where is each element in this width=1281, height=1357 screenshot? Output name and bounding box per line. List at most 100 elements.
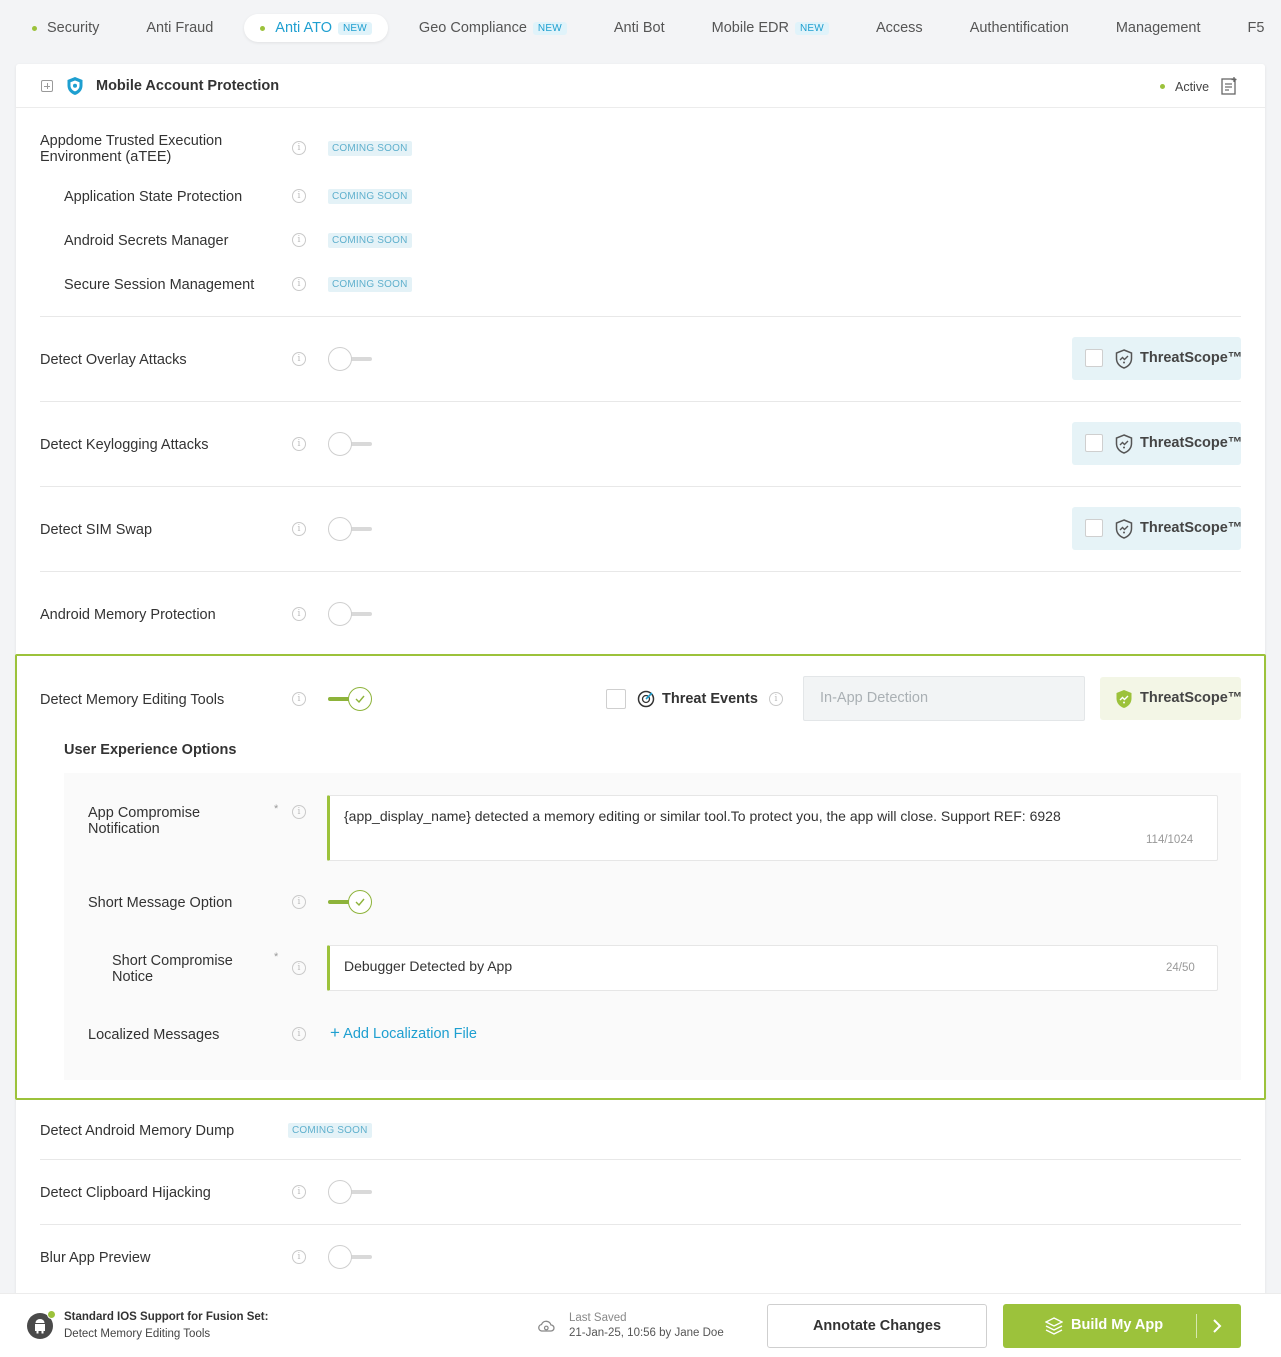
tab-label: Geo Compliance [418, 20, 527, 36]
notes-icon[interactable] [1221, 77, 1237, 95]
in-app-detection-field[interactable]: In-App Detection [803, 676, 1085, 721]
detect-memory-dump-label: Detect Android Memory Dump [40, 1123, 235, 1139]
overlay-toggle[interactable] [328, 347, 374, 371]
tab-anti-fraud[interactable]: Anti Fraud [130, 14, 229, 42]
tab-label: Access [875, 20, 923, 36]
build-my-app-button[interactable]: Build My App [1003, 1304, 1241, 1348]
fusion-set-title: Standard IOS Support for Fusion Set: [64, 1311, 269, 1323]
keylogging-threatscope-checkbox[interactable] [1085, 434, 1103, 452]
simswap-toggle[interactable] [328, 517, 374, 541]
threatscope-shield-icon [1116, 690, 1132, 708]
secure-session-info-icon[interactable]: i [292, 277, 306, 291]
tab-label: Authentification [969, 20, 1069, 36]
last-saved-value: 21-Jan-25, 10:56 by Jane Doe [569, 1327, 724, 1339]
short-compromise-notice-label: Short Compromise Notice [112, 953, 233, 985]
divider [40, 401, 1241, 402]
tab-access[interactable]: Access [860, 14, 939, 42]
add-localization-label: Add Localization File [343, 1026, 477, 1042]
tab-management[interactable]: Management [1100, 14, 1217, 42]
tab-anti-ato[interactable]: Anti ATO NEW [244, 14, 388, 42]
chevron-right-icon[interactable] [1212, 1319, 1222, 1333]
memory-editing-toggle[interactable] [328, 687, 374, 711]
atee-label: Appdome Trusted Execution Environment (a… [40, 133, 223, 165]
mobile-account-protection-card: Mobile Account Protection Active Appdome… [15, 64, 1266, 1304]
card-title: Mobile Account Protection [96, 78, 280, 94]
simswap-threatscope-checkbox[interactable] [1085, 519, 1103, 537]
notification-counter: 114/1024 [1146, 834, 1194, 846]
status-text: Active [1175, 80, 1210, 94]
android-icon [27, 1310, 56, 1339]
localized-messages-label: Localized Messages [88, 1027, 220, 1043]
detect-keylogging-label: Detect Keylogging Attacks [40, 437, 209, 453]
memory-editing-info-icon[interactable]: i [292, 692, 306, 706]
blur-info-icon[interactable]: i [292, 1250, 306, 1264]
notification-textarea[interactable]: {app_display_name} detected a memory edi… [327, 795, 1218, 861]
short-notice-input[interactable]: Debugger Detected by App [327, 945, 1218, 991]
tab-label: Anti ATO [275, 20, 332, 36]
radar-icon [637, 690, 655, 708]
detect-overlay-label: Detect Overlay Attacks [40, 352, 187, 368]
tab-label: Mobile EDR [711, 20, 789, 36]
blur-toggle[interactable] [328, 1245, 374, 1269]
threatscope-label: ThreatScope™ [1140, 520, 1243, 536]
tab-geo-compliance[interactable]: Geo Compliance NEW [403, 14, 583, 42]
tab-anti-bot[interactable]: Anti Bot [598, 14, 681, 42]
threatscope-label: ThreatScope™ [1140, 350, 1243, 366]
tab-mobile-edr[interactable]: Mobile EDR NEW [696, 14, 845, 42]
notification-info-icon[interactable]: i [292, 805, 306, 819]
short-message-option-label: Short Message Option [88, 895, 233, 911]
atee-info-icon[interactable]: i [292, 141, 306, 155]
threat-events-info-icon[interactable]: i [769, 692, 783, 706]
application-state-protection-label: Application State Protection [64, 189, 243, 205]
detect-memory-editing-label: Detect Memory Editing Tools [40, 692, 225, 708]
build-icon [1045, 1317, 1063, 1335]
application-state-coming-soon: COMING SOON [328, 189, 412, 204]
annotate-changes-button[interactable]: Annotate Changes [767, 1304, 987, 1348]
keylogging-threatscope: ThreatScope™ [1072, 422, 1243, 465]
keylogging-info-icon[interactable]: i [292, 437, 306, 451]
shield-icon [67, 77, 83, 95]
required-asterisk: * [274, 803, 279, 815]
memory-editing-threatscope: ThreatScope™ [1100, 677, 1243, 720]
tab-authentification[interactable]: Authentification [954, 14, 1085, 42]
localized-info-icon[interactable]: i [292, 1027, 306, 1041]
threat-events-label: Threat Events [662, 691, 758, 707]
status-dot [260, 25, 266, 31]
threatscope-label: ThreatScope™ [1140, 690, 1243, 706]
new-badge: NEW [337, 21, 372, 35]
overlay-info-icon[interactable]: i [292, 352, 306, 366]
status-dot [1160, 84, 1165, 89]
short-message-info-icon[interactable]: i [292, 895, 306, 909]
threatscope-shield-icon [1115, 519, 1133, 539]
build-my-app-label: Build My App [1071, 1317, 1164, 1333]
simswap-info-icon[interactable]: i [292, 522, 306, 536]
memory-protection-info-icon[interactable]: i [292, 607, 306, 621]
memory-protection-toggle[interactable] [328, 602, 374, 626]
tab-f5[interactable]: F5 [1231, 14, 1280, 42]
expand-plus-icon[interactable] [41, 80, 53, 92]
short-message-toggle[interactable] [328, 890, 374, 914]
required-asterisk: * [274, 951, 279, 963]
footer-bar: Standard IOS Support for Fusion Set: Det… [0, 1293, 1281, 1357]
clipboard-info-icon[interactable]: i [292, 1185, 306, 1199]
threatscope-shield-icon [1115, 349, 1133, 369]
application-state-info-icon[interactable]: i [292, 189, 306, 203]
divider [40, 1224, 1241, 1225]
overlay-threatscope-checkbox[interactable] [1085, 349, 1103, 367]
status-dot [32, 25, 37, 31]
keylogging-toggle[interactable] [328, 432, 374, 456]
memory-editing-section: Detect Memory Editing Tools i Threat Eve… [15, 654, 1266, 1100]
short-notice-info-icon[interactable]: i [292, 961, 306, 975]
divider [40, 316, 1241, 317]
detect-clipboard-label: Detect Clipboard Hijacking [40, 1185, 211, 1201]
tab-security[interactable]: Security [16, 14, 115, 42]
tab-label: Management [1115, 20, 1201, 36]
add-localization-link[interactable]: + Add Localization File [330, 1024, 477, 1042]
android-secrets-info-icon[interactable]: i [292, 233, 306, 247]
clipboard-toggle[interactable] [328, 1180, 374, 1204]
threat-events-checkbox[interactable] [606, 689, 626, 709]
secure-session-coming-soon: COMING SOON [328, 277, 412, 292]
threatscope-label: ThreatScope™ [1140, 435, 1243, 451]
short-notice-value: Debugger Detected by App [344, 958, 513, 974]
app-compromise-notification-label: App Compromise Notification [88, 805, 201, 837]
